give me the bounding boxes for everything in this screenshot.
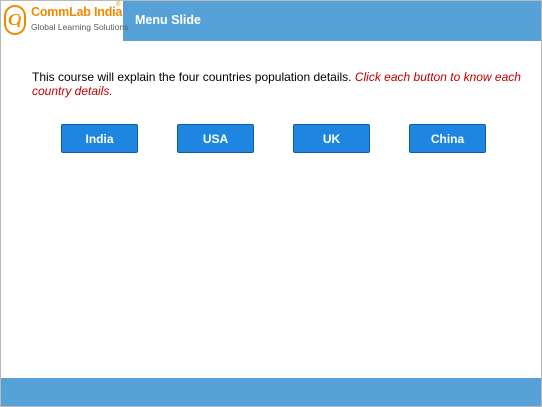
uk-button[interactable]: UK (293, 124, 370, 153)
intro-description: This course will explain the four countr… (32, 70, 355, 84)
logo: Cl CommLab India ® Global Learning Solut… (1, 1, 128, 41)
usa-button[interactable]: USA (177, 124, 254, 153)
intro-text: This course will explain the four countr… (32, 70, 522, 98)
slide-frame: Cl CommLab India ® Global Learning Solut… (0, 0, 542, 407)
commlab-logo-icon: Cl (4, 5, 26, 35)
india-button[interactable]: India (61, 124, 138, 153)
logo-registered-mark: ® (116, 2, 121, 8)
logo-brand-name: CommLab India (31, 5, 123, 19)
logo-tagline: Global Learning Solutions (31, 22, 129, 32)
slide-title: Menu Slide (135, 13, 201, 27)
header-bar: Cl CommLab India ® Global Learning Solut… (1, 1, 541, 41)
footer-bar (1, 378, 541, 406)
china-button[interactable]: China (409, 124, 486, 153)
